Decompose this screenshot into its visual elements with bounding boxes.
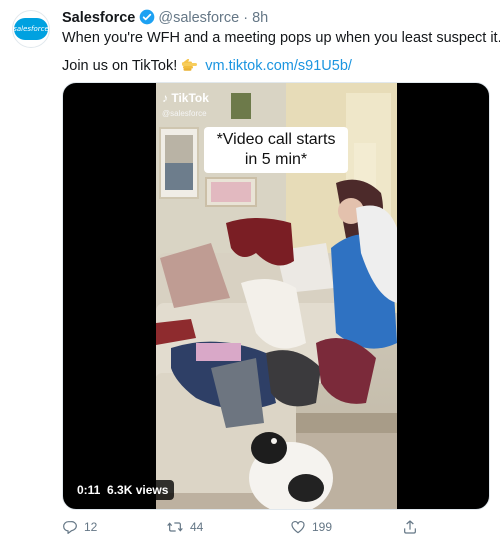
tweet-cta: Join us on TikTok! xyxy=(62,58,178,74)
tweet-text-line2: Join us on TikTok! vm.tiktok.com/s91U5b/ xyxy=(62,57,352,77)
like-icon xyxy=(290,519,306,535)
reply-icon xyxy=(62,519,78,535)
video-frame[interactable]: ♪ TikTok @salesforce *Video call starts … xyxy=(156,83,397,509)
retweet-button[interactable]: 44 xyxy=(166,519,203,535)
author-handle[interactable]: @salesforce xyxy=(158,10,239,26)
video-player[interactable]: ♪ TikTok @salesforce *Video call starts … xyxy=(62,82,490,510)
video-metadata: 0:11 6.3K views xyxy=(71,480,175,500)
reply-count: 12 xyxy=(84,520,98,534)
tiktok-watermark-text: TikTok xyxy=(171,91,209,105)
tiktok-watermark-handle: @salesforce xyxy=(162,109,207,118)
avatar[interactable]: salesforce xyxy=(12,10,50,48)
avatar-logo-text: salesforce xyxy=(13,25,49,33)
video-caption-line1: *Video call starts xyxy=(216,131,336,148)
tweet-card: salesforce Salesforce @salesforce · 8h Wh… xyxy=(0,0,500,543)
like-count: 199 xyxy=(312,520,333,534)
retweet-count: 44 xyxy=(190,520,204,534)
video-caption-line2: in 5 min* xyxy=(244,151,308,168)
verified-badge-icon xyxy=(139,9,155,30)
tiktok-icon: ♪ xyxy=(162,91,168,105)
tiktok-watermark: ♪ TikTok xyxy=(162,91,209,105)
author-name[interactable]: Salesforce xyxy=(62,10,135,26)
tweet-actions: 12 44 199 xyxy=(62,519,490,537)
video-views: 6.3K views xyxy=(107,483,169,497)
like-button[interactable]: 199 xyxy=(290,519,332,535)
video-caption: *Video call starts in 5 min* xyxy=(204,127,348,173)
retweet-icon xyxy=(166,519,184,535)
share-icon xyxy=(402,519,418,535)
tweet-text-line1: When you're WFH and a meeting pops up wh… xyxy=(62,30,500,46)
tiktok-link[interactable]: vm.tiktok.com/s91U5b/ xyxy=(205,58,352,74)
salesforce-logo: salesforce xyxy=(13,18,49,40)
reply-button[interactable]: 12 xyxy=(62,519,97,535)
pointing-hand-icon xyxy=(181,58,199,77)
separator-dot: · xyxy=(243,10,249,26)
tweet-time[interactable]: 8h xyxy=(252,10,268,26)
video-duration: 0:11 xyxy=(77,483,101,497)
tweet-header: Salesforce @salesforce · 8h xyxy=(62,9,268,30)
share-button[interactable] xyxy=(402,519,418,535)
